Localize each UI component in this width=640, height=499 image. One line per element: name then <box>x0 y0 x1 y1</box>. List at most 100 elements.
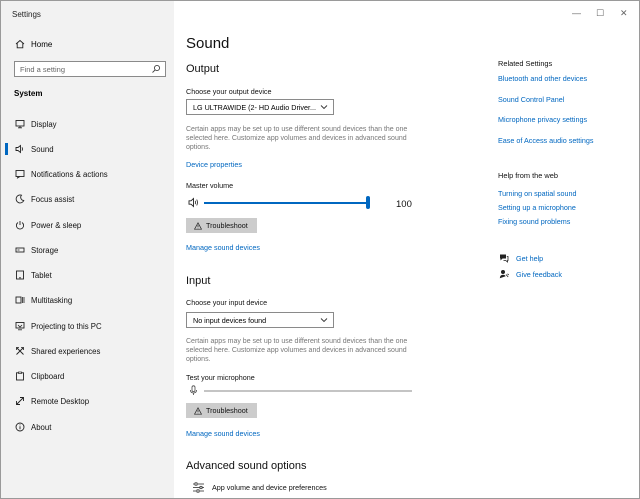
sidebar-item-label: Sound <box>31 144 54 154</box>
app-volume-label: App volume and device preferences <box>212 483 327 492</box>
chevron-down-icon <box>320 105 328 110</box>
main-content: — ☐ ✕ Sound Output Choose your output de… <box>174 1 639 498</box>
sidebar-item-tablet[interactable]: Tablet <box>14 269 169 281</box>
master-volume-label: Master volume <box>186 181 234 190</box>
output-heading: Output <box>186 63 220 75</box>
multitasking-icon <box>14 294 26 306</box>
sidebar-item-projecting[interactable]: Projecting to this PC <box>14 320 169 332</box>
warning-icon <box>194 406 202 415</box>
related-link-sound-control-panel[interactable]: Sound Control Panel <box>498 95 564 104</box>
sidebar-item-label: Tablet <box>31 270 52 280</box>
output-device-value: LG ULTRAWIDE (2- HD Audio Driver... <box>193 102 317 112</box>
sidebar-item-label: Clipboard <box>31 371 65 381</box>
chat-icon <box>498 252 510 264</box>
search-input[interactable] <box>15 62 143 76</box>
help-link-microphone-setup[interactable]: Setting up a microphone <box>498 203 576 212</box>
moon-icon <box>14 193 26 205</box>
output-device-label: Choose your output device <box>186 87 272 96</box>
related-link-bluetooth[interactable]: Bluetooth and other devices <box>498 74 587 83</box>
app-volume-preferences-item[interactable]: App volume and device preferences <box>192 482 327 493</box>
sidebar: Settings Home System Display Sound Notif… <box>1 1 174 498</box>
master-volume-track <box>204 202 368 204</box>
sidebar-item-display[interactable]: Display <box>14 118 169 130</box>
minimize-button[interactable]: — <box>572 8 581 18</box>
home-label: Home <box>31 39 53 49</box>
chevron-down-icon <box>320 318 328 323</box>
related-link-ease-of-access-audio[interactable]: Ease of Access audio settings <box>498 136 594 145</box>
sidebar-item-shared-experiences[interactable]: Shared experiences <box>14 345 169 357</box>
feedback-icon <box>498 268 510 280</box>
section-label-system: System <box>14 89 43 98</box>
sidebar-item-label: Storage <box>31 245 59 255</box>
sidebar-item-label: Display <box>31 119 57 129</box>
sidebar-item-label: About <box>31 422 52 432</box>
input-manage-devices-link[interactable]: Manage sound devices <box>186 429 260 438</box>
output-device-dropdown[interactable]: LG ULTRAWIDE (2- HD Audio Driver... <box>186 99 334 115</box>
microphone-level-bar <box>204 390 412 392</box>
sidebar-item-multitasking[interactable]: Multitasking <box>14 294 169 306</box>
input-device-dropdown[interactable]: No input devices found <box>186 312 334 328</box>
troubleshoot-label: Troubleshoot <box>206 406 248 415</box>
sidebar-item-label: Focus assist <box>31 194 75 204</box>
output-troubleshoot-button[interactable]: Troubleshoot <box>186 218 257 233</box>
output-manage-devices-link[interactable]: Manage sound devices <box>186 243 260 252</box>
help-link-fixing-sound[interactable]: Fixing sound problems <box>498 217 570 226</box>
close-button[interactable]: ✕ <box>620 8 628 19</box>
clipboard-icon <box>14 370 26 382</box>
active-indicator <box>5 143 8 155</box>
sidebar-item-power-sleep[interactable]: Power & sleep <box>14 219 169 231</box>
input-device-value: No input devices found <box>193 315 267 325</box>
advanced-heading: Advanced sound options <box>186 460 307 472</box>
sidebar-item-about[interactable]: About <box>14 421 169 433</box>
window-title: Settings <box>12 10 41 19</box>
info-icon <box>14 421 26 433</box>
page-title: Sound <box>186 35 230 52</box>
sidebar-item-remote-desktop[interactable]: Remote Desktop <box>14 395 169 407</box>
home-icon <box>14 38 26 50</box>
input-troubleshoot-button[interactable]: Troubleshoot <box>186 403 257 418</box>
test-microphone-label: Test your microphone <box>186 373 255 382</box>
input-note: Certain apps may be set up to use differ… <box>186 338 408 363</box>
input-device-label: Choose your input device <box>186 298 268 307</box>
sidebar-item-label: Multitasking <box>31 295 73 305</box>
sidebar-item-notifications[interactable]: Notifications & actions <box>14 168 169 180</box>
projecting-icon <box>14 320 26 332</box>
input-heading: Input <box>186 275 211 287</box>
device-properties-link[interactable]: Device properties <box>186 160 242 169</box>
storage-icon <box>14 244 26 256</box>
search-box[interactable] <box>14 61 166 77</box>
help-heading: Help from the web <box>498 171 558 180</box>
sidebar-item-label: Shared experiences <box>31 346 101 356</box>
search-icon <box>152 64 161 73</box>
maximize-button[interactable]: ☐ <box>596 8 604 19</box>
master-volume-value: 100 <box>396 199 412 210</box>
get-help-label: Get help <box>516 253 544 263</box>
warning-icon <box>194 221 202 230</box>
settings-window: Settings Home System Display Sound Notif… <box>0 0 640 499</box>
sliders-icon <box>193 482 204 493</box>
speaker-icon <box>14 143 26 155</box>
sidebar-item-sound[interactable]: Sound <box>14 143 169 155</box>
related-link-microphone-privacy[interactable]: Microphone privacy settings <box>498 115 587 124</box>
tablet-icon <box>14 269 26 281</box>
master-volume-thumb[interactable] <box>366 196 370 209</box>
troubleshoot-label: Troubleshoot <box>206 221 248 230</box>
home-link[interactable]: Home <box>14 38 52 50</box>
microphone-icon <box>190 385 197 395</box>
sidebar-item-clipboard[interactable]: Clipboard <box>14 370 169 382</box>
notification-icon <box>14 168 26 180</box>
get-help-link[interactable]: Get help <box>498 252 543 264</box>
help-link-spatial-sound[interactable]: Turning on spatial sound <box>498 189 576 198</box>
output-note: Certain apps may be set up to use differ… <box>186 126 408 151</box>
remote-icon <box>14 395 26 407</box>
volume-icon <box>188 197 198 208</box>
give-feedback-link[interactable]: Give feedback <box>498 268 562 280</box>
shared-icon <box>14 345 26 357</box>
sidebar-item-storage[interactable]: Storage <box>14 244 169 256</box>
power-icon <box>14 219 26 231</box>
give-feedback-label: Give feedback <box>516 269 562 279</box>
related-settings-heading: Related Settings <box>498 59 553 68</box>
sidebar-item-label: Notifications & actions <box>31 169 108 179</box>
sidebar-item-focus-assist[interactable]: Focus assist <box>14 193 169 205</box>
sidebar-item-label: Remote Desktop <box>31 396 90 406</box>
